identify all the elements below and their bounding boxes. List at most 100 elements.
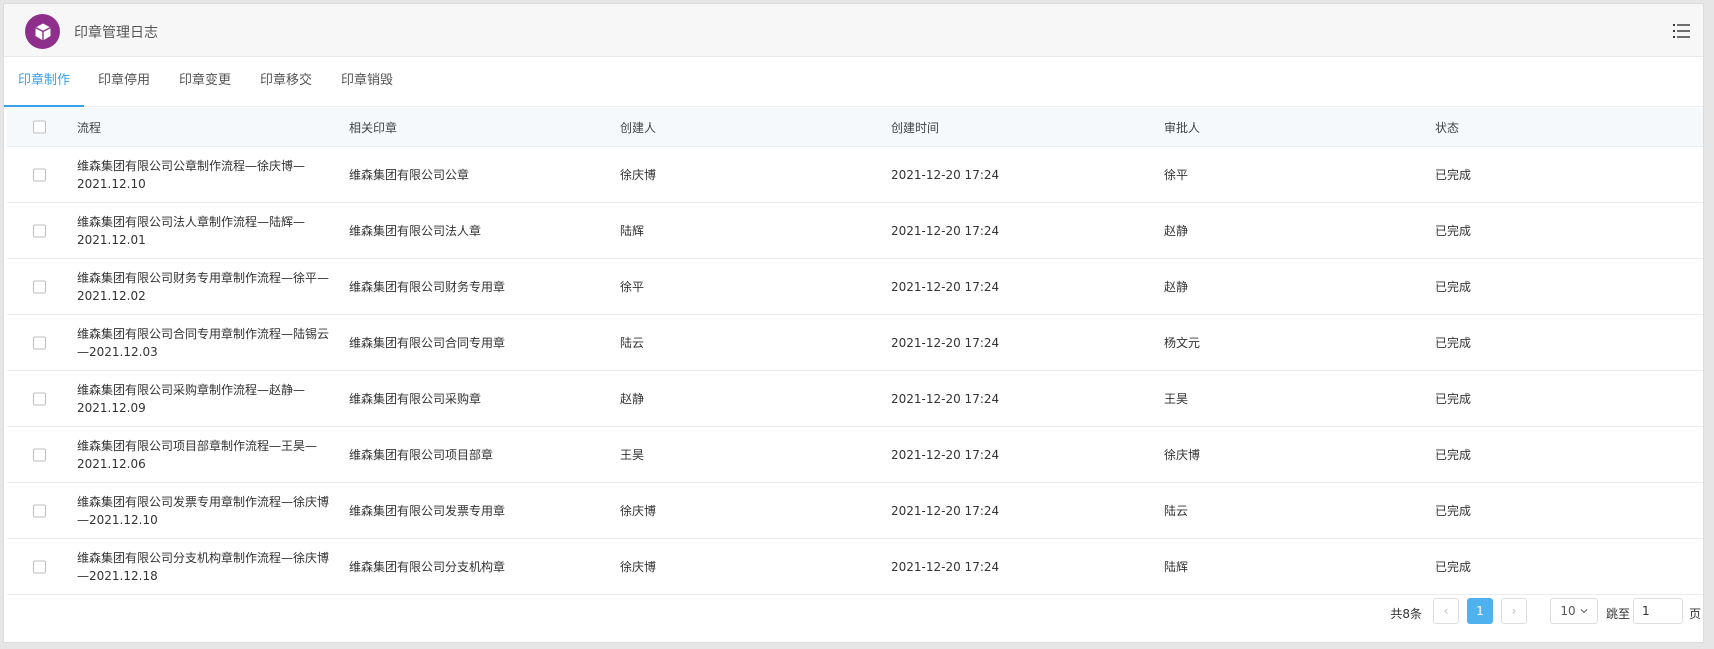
- flow-line-2: 2021.12.10: [77, 177, 146, 191]
- row-checkbox[interactable]: [33, 224, 46, 237]
- header-status: 状态: [1435, 120, 1460, 135]
- seal-cell: 维森集团有限公司分支机构章: [349, 560, 506, 574]
- flow-cell: 维森集团有限公司项目部章制作流程—王昊— 2021.12.06: [77, 427, 337, 473]
- flow-cell: 维森集团有限公司分支机构章制作流程—徐庆博 —2021.12.18: [77, 539, 337, 585]
- approver-cell: 赵静: [1164, 224, 1189, 238]
- row-checkbox[interactable]: [33, 448, 46, 461]
- row-checkbox[interactable]: [33, 280, 46, 293]
- tab-seal-disable[interactable]: 印章停用: [88, 57, 160, 105]
- seal-cell: 维森集团有限公司合同专用章: [349, 336, 506, 350]
- approver-cell: 陆云: [1164, 504, 1189, 518]
- row-checkbox[interactable]: [33, 168, 46, 181]
- flow-line-1: 维森集团有限公司财务专用章制作流程—徐平—: [77, 271, 330, 285]
- flow-cell: 维森集团有限公司法人章制作流程—陆辉— 2021.12.01: [77, 203, 337, 249]
- creator-cell: 徐平: [620, 280, 645, 294]
- app-window: 印章管理日志 印章制作 印章停用 印章变更 印章移交 印章销毁 流程 相关印章 …: [3, 3, 1704, 643]
- approver-cell: 杨文元: [1164, 336, 1201, 350]
- row-checkbox[interactable]: [33, 560, 46, 573]
- header-time: 创建时间: [891, 120, 940, 135]
- next-page-button[interactable]: ›: [1501, 598, 1527, 624]
- app-title: 印章管理日志: [74, 25, 158, 41]
- flow-line-2: 2021.12.09: [77, 401, 146, 415]
- app-header: 印章管理日志: [4, 4, 1703, 57]
- tab-seal-destroy[interactable]: 印章销毁: [331, 57, 403, 105]
- list-menu-icon[interactable]: [1673, 23, 1691, 39]
- creator-cell: 徐庆博: [620, 504, 657, 518]
- page-1-button[interactable]: 1: [1467, 598, 1493, 624]
- prev-page-button[interactable]: ‹: [1433, 598, 1459, 624]
- tab-seal-transfer[interactable]: 印章移交: [250, 57, 322, 105]
- row-checkbox[interactable]: [33, 336, 46, 349]
- seal-log-table: 流程 相关印章 创建人 创建时间 审批人 状态 维森集团有限公司公章制作流程—徐…: [7, 108, 1703, 595]
- chevron-down-icon: [1580, 609, 1588, 614]
- flow-cell: 维森集团有限公司财务专用章制作流程—徐平— 2021.12.02: [77, 259, 337, 305]
- tab-seal-make[interactable]: 印章制作: [4, 57, 84, 107]
- time-cell: 2021-12-20 17:24: [891, 279, 1000, 294]
- table-row[interactable]: 维森集团有限公司公章制作流程—徐庆博— 2021.12.10 维森集团有限公司公章…: [7, 147, 1703, 203]
- flow-line-1: 维森集团有限公司项目部章制作流程—王昊—: [77, 439, 318, 453]
- seal-cell: 维森集团有限公司采购章: [349, 392, 482, 406]
- creator-cell: 徐庆博: [620, 168, 657, 182]
- page-unit-label: 页: [1688, 607, 1701, 621]
- chevron-right-icon: ›: [1511, 604, 1517, 618]
- creator-cell: 王昊: [620, 448, 645, 462]
- time-cell: 2021-12-20 17:24: [891, 559, 1000, 574]
- flow-line-2: —2021.12.10: [77, 513, 158, 527]
- time-cell: 2021-12-20 17:24: [891, 503, 1000, 518]
- table-row[interactable]: 维森集团有限公司合同专用章制作流程—陆锡云 —2021.12.03 维森集团有限公…: [7, 315, 1703, 371]
- header-approver: 审批人: [1164, 120, 1201, 135]
- time-cell: 2021-12-20 17:24: [891, 335, 1000, 350]
- jump-page-input[interactable]: [1633, 598, 1683, 624]
- flow-line-2: 2021.12.02: [77, 289, 146, 303]
- tab-seal-change[interactable]: 印章变更: [169, 57, 241, 105]
- chevron-left-icon: ‹: [1443, 604, 1449, 618]
- seal-cell: 维森集团有限公司项目部章: [349, 448, 494, 462]
- flow-line-2: —2021.12.18: [77, 569, 158, 583]
- flow-line-1: 维森集团有限公司合同专用章制作流程—陆锡云: [77, 327, 330, 341]
- flow-line-1: 维森集团有限公司分支机构章制作流程—徐庆博: [77, 551, 330, 565]
- status-cell: 已完成: [1435, 168, 1472, 182]
- flow-cell: 维森集团有限公司公章制作流程—徐庆博— 2021.12.10: [77, 147, 337, 193]
- table-row[interactable]: 维森集团有限公司发票专用章制作流程—徐庆博 —2021.12.10 维森集团有限公…: [7, 483, 1703, 539]
- status-cell: 已完成: [1435, 560, 1472, 574]
- seal-cell: 维森集团有限公司公章: [349, 168, 470, 182]
- header-flow: 流程: [77, 120, 102, 135]
- total-count: 共8条: [1390, 607, 1422, 621]
- table-header: 流程 相关印章 创建人 创建时间 审批人 状态: [7, 108, 1703, 147]
- status-cell: 已完成: [1435, 280, 1472, 294]
- row-checkbox[interactable]: [33, 392, 46, 405]
- seal-cell: 维森集团有限公司财务专用章: [349, 280, 506, 294]
- table-row[interactable]: 维森集团有限公司分支机构章制作流程—徐庆博 —2021.12.18 维森集团有限公…: [7, 539, 1703, 595]
- table-row[interactable]: 维森集团有限公司项目部章制作流程—王昊— 2021.12.06 维森集团有限公司项…: [7, 427, 1703, 483]
- table-row[interactable]: 维森集团有限公司采购章制作流程—赵静— 2021.12.09 维森集团有限公司采购…: [7, 371, 1703, 427]
- flow-line-1: 维森集团有限公司采购章制作流程—赵静—: [77, 383, 306, 397]
- header-creator: 创建人: [620, 120, 657, 135]
- select-all-checkbox[interactable]: [33, 120, 46, 134]
- header-seal: 相关印章: [349, 120, 398, 135]
- table-row[interactable]: 维森集团有限公司财务专用章制作流程—徐平— 2021.12.02 维森集团有限公司…: [7, 259, 1703, 315]
- creator-cell: 徐庆博: [620, 560, 657, 574]
- status-cell: 已完成: [1435, 336, 1472, 350]
- approver-cell: 徐平: [1164, 168, 1189, 182]
- status-cell: 已完成: [1435, 504, 1472, 518]
- time-cell: 2021-12-20 17:24: [891, 223, 1000, 238]
- flow-line-2: 2021.12.06: [77, 457, 146, 471]
- box-icon: [25, 14, 60, 49]
- seal-cell: 维森集团有限公司发票专用章: [349, 504, 506, 518]
- row-checkbox[interactable]: [33, 504, 46, 517]
- approver-cell: 徐庆博: [1164, 448, 1201, 462]
- table-row[interactable]: 维森集团有限公司法人章制作流程—陆辉— 2021.12.01 维森集团有限公司法人…: [7, 203, 1703, 259]
- approver-cell: 赵静: [1164, 280, 1189, 294]
- flow-cell: 维森集团有限公司采购章制作流程—赵静— 2021.12.09: [77, 371, 337, 417]
- flow-line-2: 2021.12.01: [77, 233, 146, 247]
- page-size-value: 10: [1560, 604, 1576, 618]
- time-cell: 2021-12-20 17:24: [891, 447, 1000, 462]
- time-cell: 2021-12-20 17:24: [891, 391, 1000, 406]
- flow-cell: 维森集团有限公司发票专用章制作流程—徐庆博 —2021.12.10: [77, 483, 337, 529]
- approver-cell: 王昊: [1164, 392, 1189, 406]
- flow-line-1: 维森集团有限公司公章制作流程—徐庆博—: [77, 159, 306, 173]
- page-size-select[interactable]: 10: [1550, 598, 1598, 624]
- flow-cell: 维森集团有限公司合同专用章制作流程—陆锡云 —2021.12.03: [77, 315, 337, 361]
- pagination: 共8条 ‹ 1 › 10 跳至 页: [1103, 598, 1703, 626]
- flow-line-1: 维森集团有限公司发票专用章制作流程—徐庆博: [77, 495, 330, 509]
